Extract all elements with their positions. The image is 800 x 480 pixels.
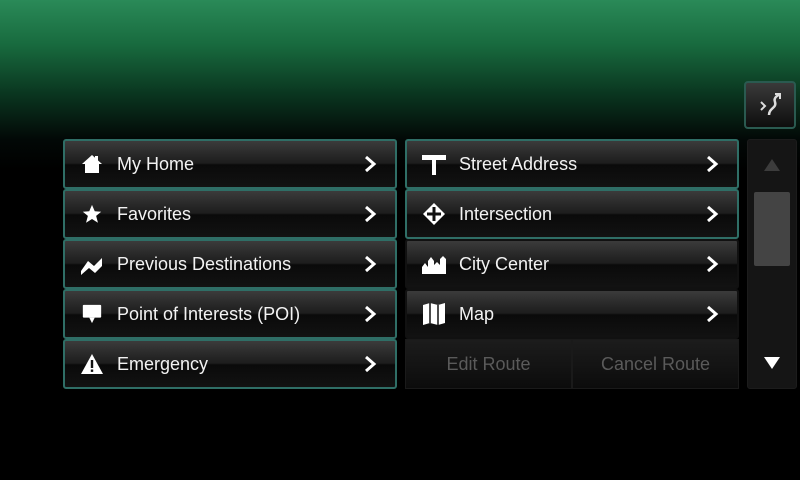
scroll-up-button[interactable] (748, 142, 796, 188)
menu-item-map[interactable]: Map (405, 289, 739, 339)
chevron-right-icon (701, 253, 723, 275)
chevron-right-icon (701, 203, 723, 225)
home-icon (79, 151, 105, 177)
warning-icon (79, 351, 105, 377)
menu-item-label: My Home (117, 153, 195, 174)
triangle-up-icon (764, 159, 780, 171)
menu-item-label: Favorites (117, 203, 192, 224)
route-actions: Edit Route Cancel Route (405, 339, 739, 389)
menu-item-intersection[interactable]: Intersection (405, 189, 739, 239)
menu-item-label: Previous Destinations (117, 253, 292, 274)
chevron-right-icon (359, 153, 381, 175)
street-sign-icon (421, 151, 447, 177)
menu-item-city-center[interactable]: City Center (405, 239, 739, 289)
chevron-right-icon (359, 353, 381, 375)
menu-item-poi[interactable]: Point of Interests (POI) (63, 289, 397, 339)
route-icon (79, 251, 105, 277)
chevron-right-icon (359, 253, 381, 275)
chevron-right-icon (701, 303, 723, 325)
menu-item-label: Intersection (459, 203, 553, 224)
menu-item-label: Point of Interests (POI) (117, 303, 301, 324)
city-icon (421, 251, 447, 277)
scroll-down-button[interactable] (748, 340, 796, 386)
menu-item-previous-destinations[interactable]: Previous Destinations (63, 239, 397, 289)
chevron-right-icon (359, 303, 381, 325)
poi-icon (79, 301, 105, 327)
star-icon (79, 201, 105, 227)
route-path-icon (760, 93, 781, 116)
menu-item-my-home[interactable]: My Home (63, 139, 397, 189)
chevron-right-icon (359, 203, 381, 225)
chevron-right-icon (701, 153, 723, 175)
intersection-icon (421, 201, 447, 227)
menu-item-label: City Center (459, 253, 550, 274)
triangle-down-icon (764, 357, 780, 369)
menu-item-favorites[interactable]: Favorites (63, 189, 397, 239)
menu-item-label: Emergency (117, 353, 209, 374)
route-options-button[interactable] (744, 81, 796, 129)
edit-route-button[interactable]: Edit Route (405, 339, 572, 389)
menu-item-emergency[interactable]: Emergency (63, 339, 397, 389)
map-icon (421, 301, 447, 327)
scrollbar[interactable] (747, 139, 797, 389)
menu-item-label: Street Address (459, 153, 578, 174)
menu-item-street-address[interactable]: Street Address (405, 139, 739, 189)
menu-item-label: Map (459, 303, 495, 324)
cancel-route-button[interactable]: Cancel Route (572, 339, 739, 389)
scroll-thumb[interactable] (754, 192, 790, 266)
